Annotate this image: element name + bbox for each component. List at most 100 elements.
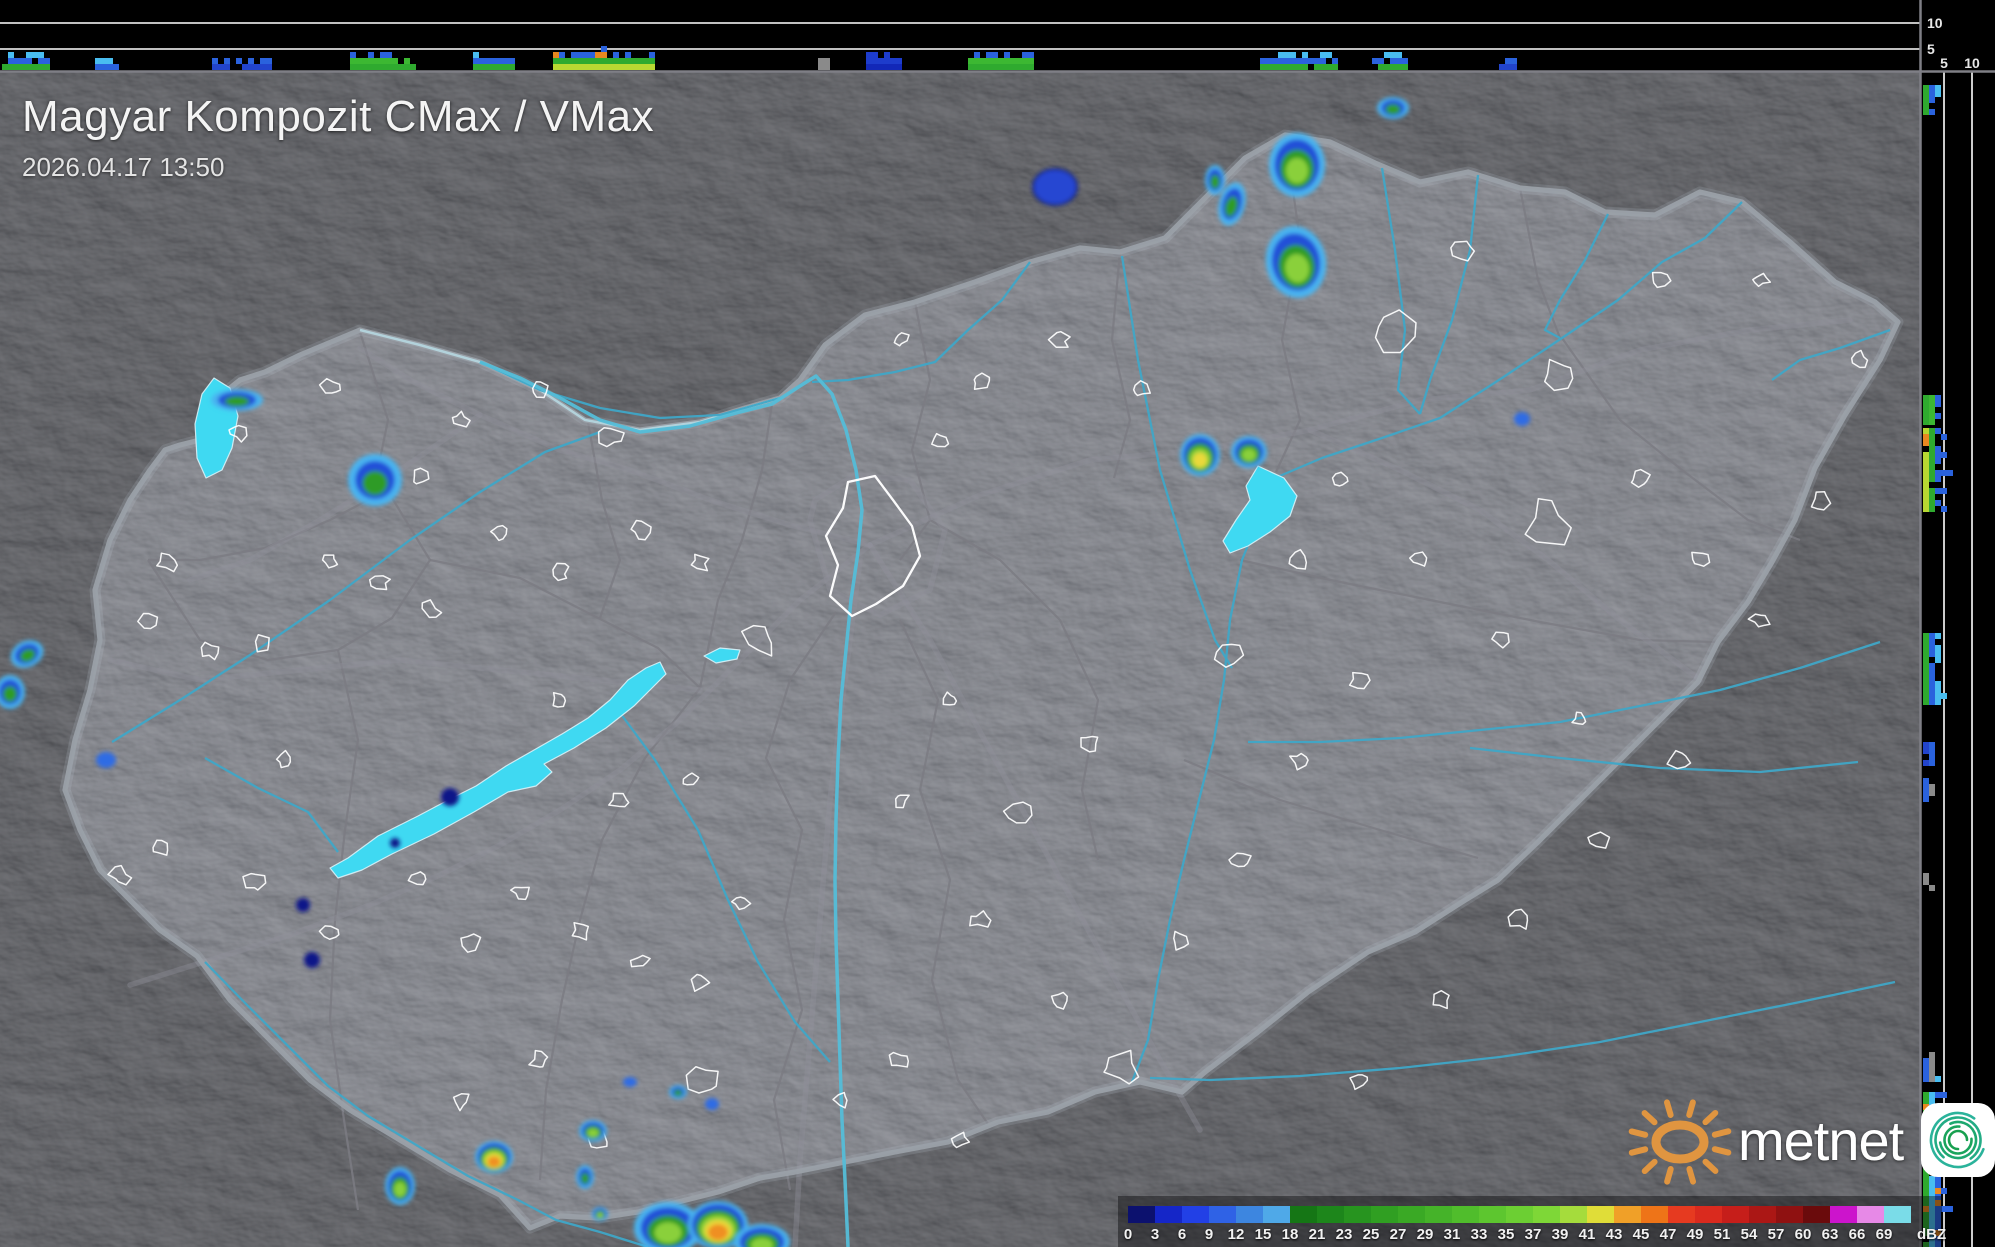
- scale-tick-label: 21: [1308, 1226, 1326, 1243]
- vmax-pixel: [1923, 796, 1929, 802]
- vmax-pixel: [565, 64, 571, 70]
- vmax-pixel: [1505, 58, 1511, 64]
- vmax-pixel: [619, 58, 625, 64]
- vmax-pixel: [1923, 633, 1929, 639]
- vmax-pixel: [1290, 58, 1296, 64]
- scale-tick-label: 57: [1767, 1226, 1785, 1243]
- vmax-pixel: [26, 52, 32, 58]
- vmax-pixel: [1372, 58, 1378, 64]
- vmax-pixel: [613, 58, 619, 64]
- vmax-pixel: [38, 64, 44, 70]
- vmax-pixel: [260, 64, 266, 70]
- vmax-pixel: [631, 58, 637, 64]
- vmax-pixel: [1923, 1188, 1929, 1194]
- scale-tick-label: 49: [1686, 1226, 1704, 1243]
- vmax-pixel: [491, 64, 497, 70]
- vmax-pixel: [1929, 693, 1935, 699]
- vmax-pixel: [974, 64, 980, 70]
- vmax-pixel: [1923, 91, 1929, 97]
- vmax-pixel: [1923, 1064, 1929, 1070]
- vmax-pixel: [1326, 52, 1332, 58]
- vmax-pixel: [601, 64, 607, 70]
- vmax-pixel: [625, 64, 631, 70]
- vmax-pixel: [583, 58, 589, 64]
- vmax-pixel: [1016, 58, 1022, 64]
- vmax-pixel: [473, 58, 479, 64]
- vmax-pixel: [1923, 1058, 1929, 1064]
- vmax-pixel: [1923, 693, 1929, 699]
- scale-cell: [1425, 1206, 1452, 1223]
- vmax-pixel: [1923, 669, 1929, 675]
- vmax-pixel: [1320, 64, 1326, 70]
- vmax-pixel: [1923, 699, 1929, 705]
- dbz-scale-unit: dBZ: [1917, 1226, 1947, 1243]
- sun-ray: [1641, 1110, 1658, 1126]
- vmax-pixel: [1935, 699, 1941, 705]
- sun-icon: [1628, 1099, 1732, 1185]
- vmax-pixel: [613, 64, 619, 70]
- vmax-pixel: [1923, 494, 1929, 500]
- vmax-pixel: [1923, 748, 1929, 754]
- vmax-pixel: [589, 64, 595, 70]
- radar-echo: [385, 1167, 415, 1205]
- vmax-pixel: [212, 58, 218, 64]
- vmax-pixel: [625, 52, 631, 58]
- radar-echo: [1514, 412, 1530, 426]
- scale-cell: [1182, 1206, 1209, 1223]
- vmax-pixel: [392, 64, 398, 70]
- vmax-pixel: [1402, 58, 1408, 64]
- vmax-pixel: [1935, 1076, 1941, 1082]
- vmax-pixel: [8, 64, 14, 70]
- vmax-pixel: [14, 64, 20, 70]
- vmax-pixel: [1923, 645, 1929, 651]
- vmax-pixel: [1278, 58, 1284, 64]
- vmax-pixel: [1935, 470, 1941, 476]
- vmax-pixel: [595, 64, 601, 70]
- vmax-pixel: [866, 64, 872, 70]
- vmax-pixel: [101, 58, 107, 64]
- vmax-pixel: [350, 58, 356, 64]
- vmax-pixel: [1384, 64, 1390, 70]
- vmax-pixel: [1929, 1076, 1935, 1082]
- vmax-pixel: [1923, 742, 1929, 748]
- vmax-pixel: [101, 64, 107, 70]
- vmax-pixel: [1923, 1070, 1929, 1076]
- vmax-pixel: [248, 64, 254, 70]
- vmax-pixel: [1935, 395, 1941, 401]
- sun-ray: [1663, 1099, 1674, 1118]
- sun-ray: [1641, 1158, 1658, 1175]
- vmax-pixel: [1935, 693, 1941, 699]
- scale-tick-label: 0: [1123, 1226, 1133, 1243]
- scale-tick-label: 51: [1713, 1226, 1731, 1243]
- vmax-pixel: [890, 58, 896, 64]
- vmax-pixel: [14, 58, 20, 64]
- vmax-pixel: [1941, 693, 1947, 699]
- vmax-pixel: [649, 64, 655, 70]
- scale-cell: [1344, 1206, 1371, 1223]
- vmax-pixel: [1935, 633, 1941, 639]
- scale-tick-label: 41: [1578, 1226, 1596, 1243]
- vmax-pixel: [1284, 52, 1290, 58]
- axis-label: 10: [1927, 15, 1943, 31]
- scale-tick-label: 12: [1227, 1226, 1245, 1243]
- vmax-pixel: [1929, 428, 1935, 434]
- scale-tick-label: 45: [1632, 1226, 1650, 1243]
- vmax-pixel: [1308, 58, 1314, 64]
- vmax-pixel: [613, 52, 619, 58]
- vmax-pixel: [1929, 1058, 1935, 1064]
- vmax-pixel: [1320, 58, 1326, 64]
- vmax-pixel: [1935, 657, 1941, 663]
- vmax-pixel: [1314, 58, 1320, 64]
- vmax-pixel: [1935, 446, 1941, 452]
- vmax-pixel: [95, 58, 101, 64]
- vmax-pixel: [386, 52, 392, 58]
- vmax-pixel: [1923, 873, 1929, 879]
- vmax-pixel: [607, 64, 613, 70]
- vmax-pixel: [1022, 58, 1028, 64]
- vmax-pixel: [479, 64, 485, 70]
- metnet-logo: metnet: [1622, 1092, 1995, 1188]
- vmax-pixel: [1929, 760, 1935, 766]
- vmax-pixel: [553, 52, 559, 58]
- vmax-pixel: [1935, 413, 1941, 419]
- vmax-pixel: [1272, 64, 1278, 70]
